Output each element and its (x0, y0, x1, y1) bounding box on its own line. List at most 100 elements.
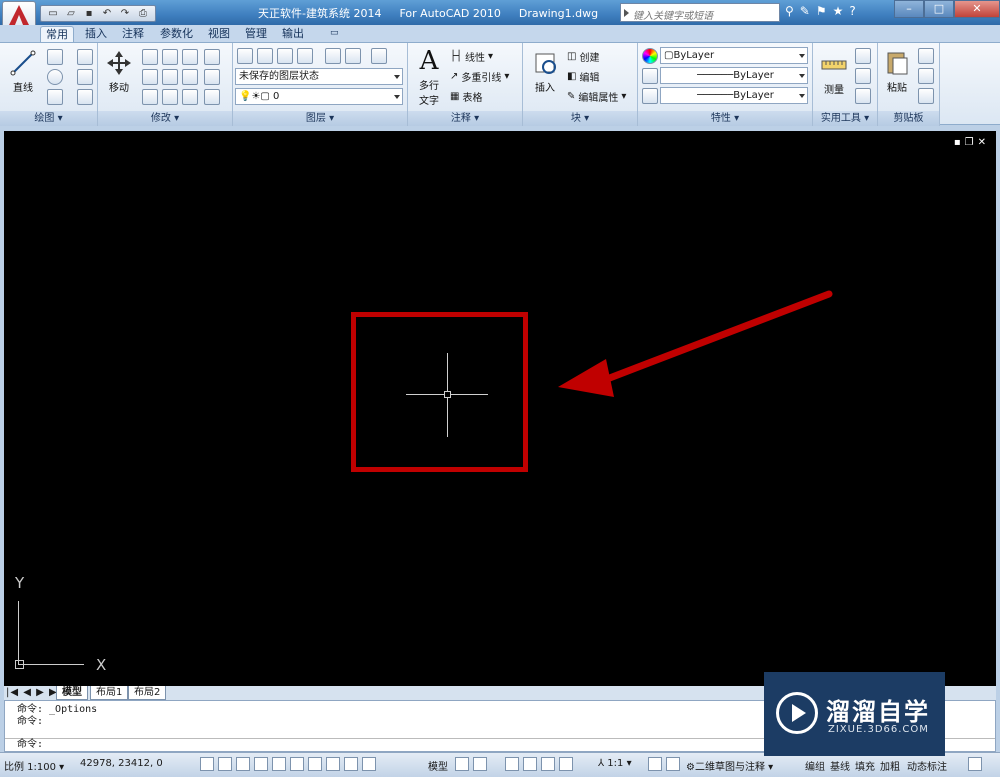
tab-manage[interactable]: 管理 (240, 26, 272, 42)
redo-icon[interactable]: ↷ (117, 7, 133, 20)
communication-icon[interactable]: ⚑ (816, 4, 827, 18)
tab-layout2[interactable]: 布局2 (128, 686, 167, 700)
paste-button[interactable]: 粘贴 (882, 49, 912, 94)
layer-match-icon[interactable] (257, 48, 273, 64)
copy-icon[interactable] (142, 49, 158, 65)
move-button[interactable]: 移动 (104, 49, 134, 94)
create-block-button[interactable]: ◫ 创建 (567, 49, 599, 64)
close-button[interactable]: ✕ (954, 0, 1000, 18)
edit-block-button[interactable]: ◧ 编辑 (567, 69, 599, 84)
minimize-button[interactable]: – (894, 0, 924, 18)
group-toggle[interactable]: 编组 (805, 758, 825, 773)
copy-clip-icon[interactable] (918, 68, 934, 84)
tab-annotate[interactable]: 注释 (117, 26, 149, 42)
extend-icon[interactable] (204, 69, 220, 85)
tab-parametric[interactable]: 参数化 (155, 26, 198, 42)
tab-home[interactable]: 常用 (40, 26, 74, 42)
layer-state-dropdown[interactable]: 未保存的图层状态 (235, 68, 403, 85)
mirror-icon[interactable] (182, 69, 198, 85)
modify-panel-title[interactable]: 修改 ▾ (98, 111, 232, 126)
tab-output[interactable]: 输出 (277, 26, 309, 42)
maximize-button[interactable]: □ (924, 0, 954, 18)
dynamic-ucs-icon[interactable] (308, 757, 322, 771)
multileader-button[interactable]: ↗ 多重引线 ▾ (450, 69, 509, 84)
ribbon-toggle-icon[interactable]: ▭ (325, 26, 344, 42)
layers-panel-title[interactable]: 图层 ▾ (233, 111, 407, 126)
model-space-button[interactable]: 模型 (428, 758, 448, 773)
ortho-mode-icon[interactable] (236, 757, 250, 771)
restore-viewport-icon[interactable]: ❐ (965, 137, 978, 148)
tools-icon[interactable]: ✎ (800, 4, 810, 18)
undo-icon[interactable]: ↶ (99, 7, 115, 20)
color-dropdown[interactable]: ▢ByLayer (660, 47, 808, 64)
clipboard-panel-title[interactable]: 剪贴板 (878, 111, 939, 126)
utilities-panel-title[interactable]: 实用工具 ▾ (813, 111, 877, 126)
array-icon[interactable] (182, 89, 198, 105)
search-input[interactable]: 键入关键字或短语 (620, 3, 780, 22)
object-snap-icon[interactable] (272, 757, 286, 771)
clean-screen-icon[interactable] (968, 757, 982, 771)
quick-properties-icon[interactable] (362, 757, 376, 771)
favorites-icon[interactable]: ★ (833, 4, 844, 18)
circle-icon[interactable] (47, 69, 63, 85)
snap-mode-icon[interactable] (200, 757, 214, 771)
scale-icon[interactable] (162, 69, 178, 85)
object-snap-tracking-icon[interactable] (290, 757, 304, 771)
linetype-dropdown[interactable]: ──────ByLayer (660, 67, 808, 84)
annotation-scale-dropdown[interactable]: ⅄ 1:1 ▾ (598, 758, 632, 769)
layer-isolate-icon[interactable] (297, 48, 313, 64)
quick-select-icon[interactable] (855, 48, 871, 64)
pan-icon[interactable] (505, 757, 519, 771)
tab-layout1[interactable]: 布局1 (90, 686, 129, 700)
auto-scale-icon[interactable] (666, 757, 680, 771)
calculator-icon[interactable] (855, 88, 871, 104)
insert-block-button[interactable]: 插入 (529, 49, 561, 94)
zoom-icon[interactable] (523, 757, 537, 771)
lineweight-toggle-icon[interactable] (344, 757, 358, 771)
drawing-area[interactable]: ▪❐✕ Y X (4, 131, 996, 686)
help-icon[interactable]: ? (849, 4, 855, 18)
rectangle-icon[interactable] (77, 69, 93, 85)
layer-dropdown[interactable]: 💡☀▢ 0 (235, 88, 403, 105)
draw-panel-title[interactable]: 绘图 ▾ (0, 111, 97, 126)
explode-icon[interactable] (162, 89, 178, 105)
properties-panel-title[interactable]: 特性 ▾ (638, 111, 812, 126)
offset-icon[interactable] (204, 89, 220, 105)
quick-view-drawings-icon[interactable] (473, 757, 487, 771)
table-button[interactable]: ▦ 表格 (450, 89, 482, 104)
print-icon[interactable]: ⎙ (135, 7, 151, 20)
stretch-icon[interactable] (142, 69, 158, 85)
new-icon[interactable]: ▭ (45, 7, 61, 20)
annotation-visibility-icon[interactable] (648, 757, 662, 771)
arc-icon[interactable] (47, 89, 63, 105)
rotate-object-icon[interactable] (162, 49, 178, 65)
layer-previous-icon[interactable] (277, 48, 293, 64)
select-similar-icon[interactable] (855, 68, 871, 84)
trim-icon[interactable] (182, 49, 198, 65)
hatch-icon[interactable] (77, 89, 93, 105)
bold-toggle[interactable]: 加粗 (880, 758, 900, 773)
open-icon[interactable]: ▱ (63, 7, 79, 20)
showmotion-icon[interactable] (559, 757, 573, 771)
grid-display-icon[interactable] (218, 757, 232, 771)
fill-toggle[interactable]: 填充 (855, 758, 875, 773)
binoculars-icon[interactable]: ⚲ (785, 4, 794, 18)
scale-dropdown[interactable]: 比例 1:100 ▾ (4, 758, 64, 773)
tab-view[interactable]: 视图 (203, 26, 235, 42)
linear-dimension-button[interactable]: ├┤ 线性 ▾ (450, 49, 493, 64)
workspace-dropdown[interactable]: ⚙二维草图与注释 ▾ (686, 758, 773, 773)
line-button[interactable]: 直线 (8, 49, 38, 94)
layer-properties-icon[interactable] (237, 48, 253, 64)
baseline-toggle[interactable]: 基线 (830, 758, 850, 773)
fillet-icon[interactable] (142, 89, 158, 105)
erase-icon[interactable] (204, 49, 220, 65)
quick-view-layouts-icon[interactable] (455, 757, 469, 771)
multiline-text-button[interactable]: A 多行 文字 (414, 47, 444, 107)
steeringwheel-icon[interactable] (541, 757, 555, 771)
layer-off-icon[interactable] (325, 48, 341, 64)
dynamic-input-icon[interactable] (326, 757, 340, 771)
block-panel-title[interactable]: 块 ▾ (523, 111, 637, 126)
close-viewport-icon[interactable]: ✕ (978, 137, 990, 148)
tab-insert[interactable]: 插入 (80, 26, 112, 42)
rotate-icon[interactable] (77, 49, 93, 65)
